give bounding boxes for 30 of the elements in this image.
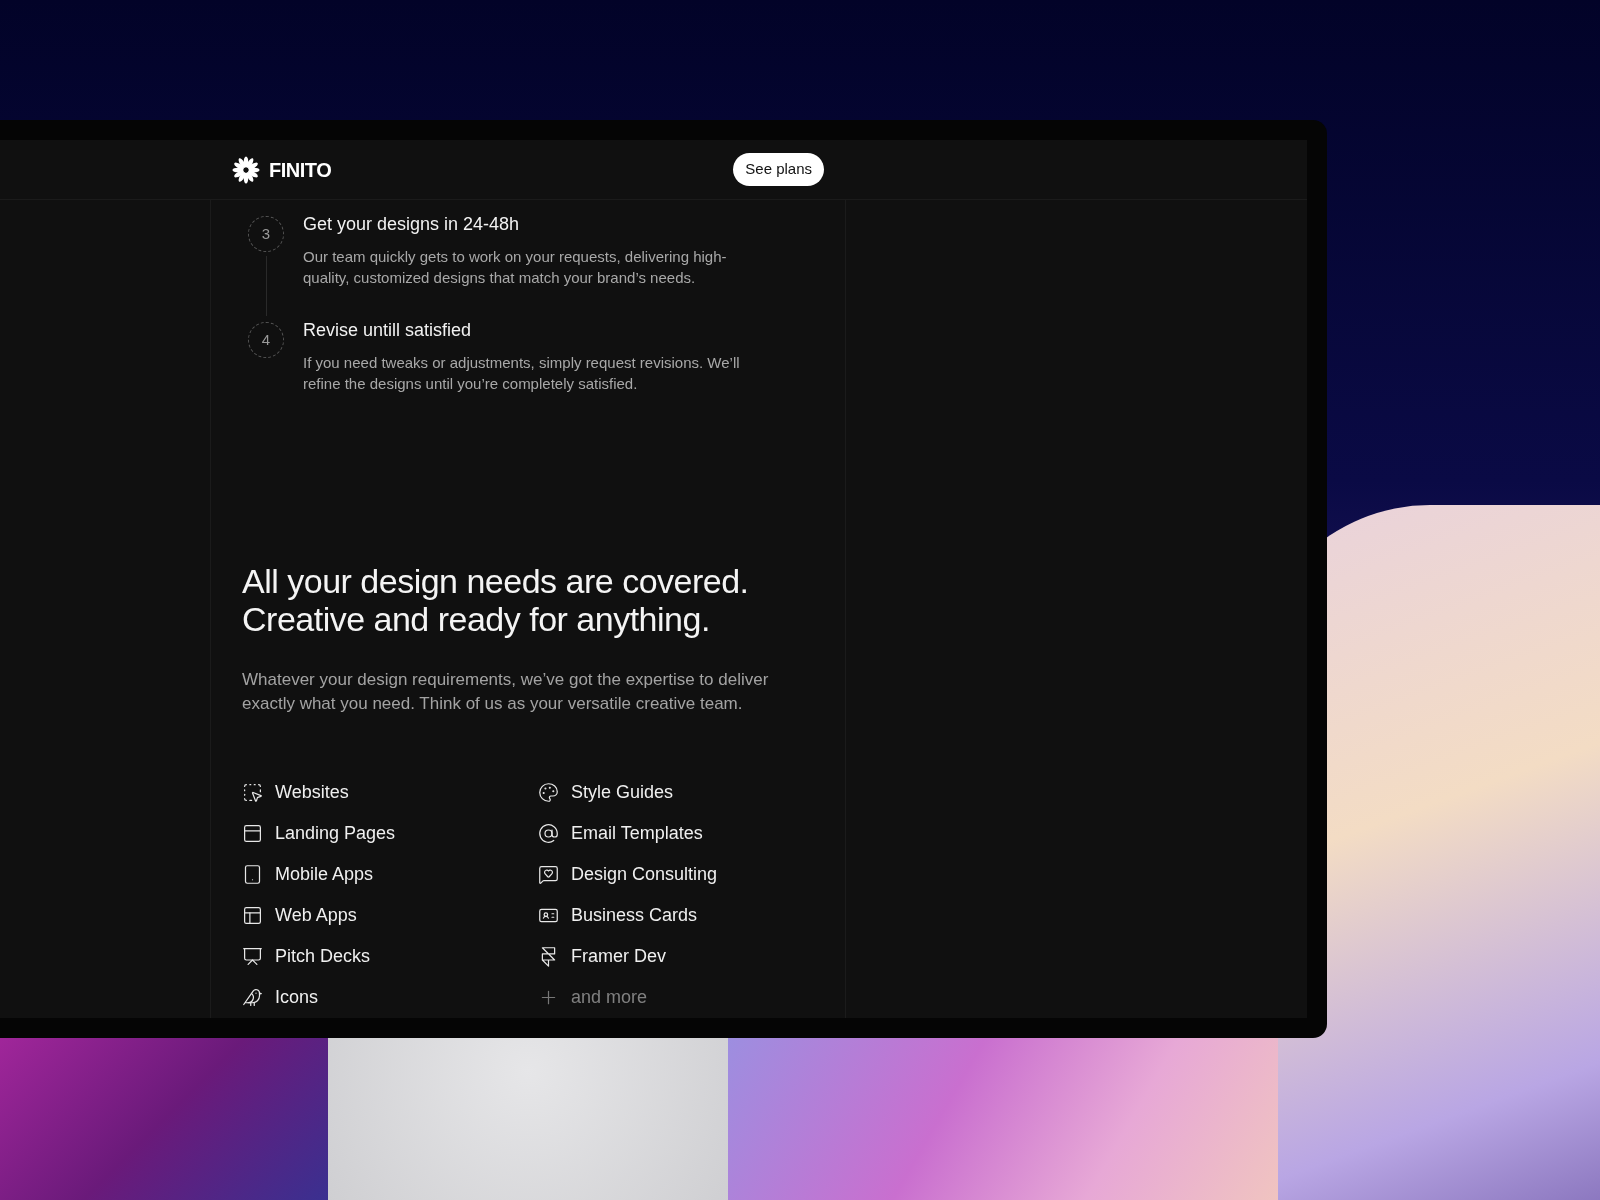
service-label: Websites [275,781,349,804]
browser-window-icon [242,823,263,844]
service-label: Pitch Decks [275,945,371,968]
palette-icon [538,782,559,803]
phone-icon [242,864,263,885]
service-label: Framer Dev [571,945,666,968]
at-sign-icon [538,823,559,844]
service-label: Web Apps [275,904,357,927]
service-label: Landing Pages [275,822,396,845]
service-label: Mobile Apps [275,863,374,886]
see-plans-button[interactable]: See plans [733,153,824,186]
service-label: Business Cards [571,904,698,927]
step-title: Get your designs in 24-48h [303,213,521,236]
chat-heart-icon [538,864,559,885]
service-label: Design Consulting [571,863,718,886]
layout-icon [242,905,263,926]
step-description: If you need tweaks or adjustments, simply request revisions. We’ll refine the designs until you’re completely satisfied. [303,353,741,394]
brand-name: FINITO [269,157,332,183]
flower-logo-icon [232,155,260,184]
service-label: Style Guides [571,781,674,804]
cursor-selection-icon [242,782,263,803]
section-heading: All your design needs are covered. Creative and ready for anything. [242,562,750,638]
step-title: Revise untill satisfied [303,319,473,342]
step-description: Our team quickly gets to work on your requests, delivering high-quality, customized designs that match your brand’s needs. [303,247,728,288]
service-label: Email Templates [571,822,703,845]
presentation-board-icon [242,946,263,967]
bird-icon [242,987,263,1008]
service-label: and more [571,986,648,1009]
service-label: Icons [275,986,319,1009]
section-description: Whatever your design requirements, we’ve got the expertise to deliver exactly what you need. Think of us as your versatile creative team. [242,669,770,715]
